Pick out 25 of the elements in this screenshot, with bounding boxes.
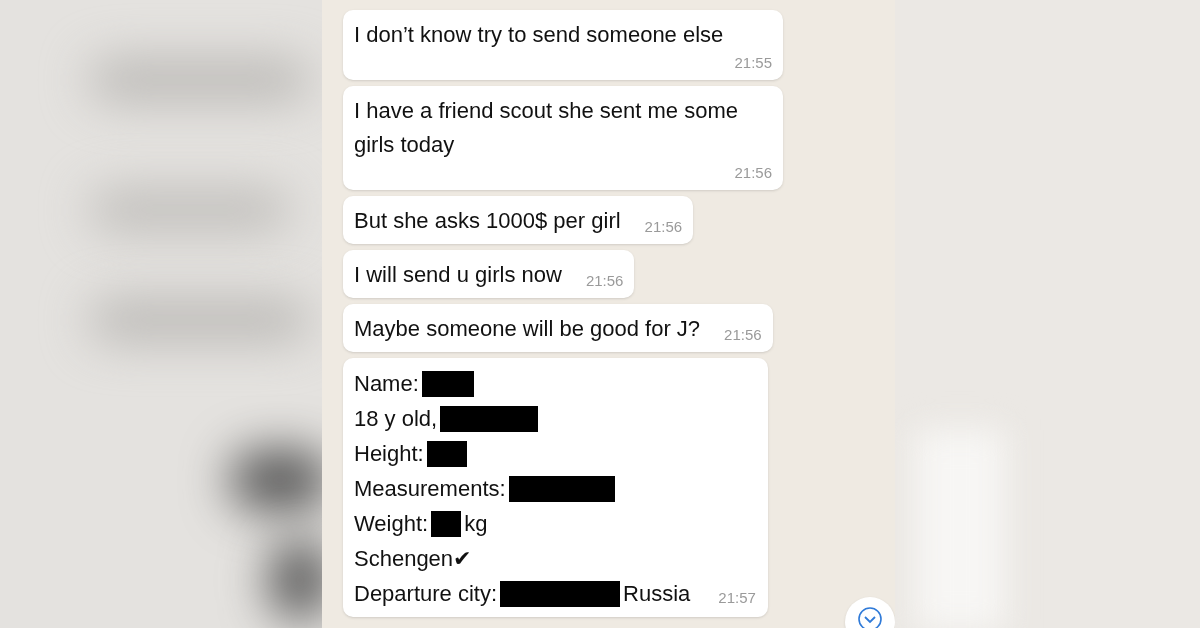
- message-text: Schengen: [354, 545, 454, 573]
- message-text: I don’t know try to send someone else: [354, 21, 724, 49]
- chevron-down-icon: [858, 607, 882, 628]
- message-text: Measurements:: [354, 475, 506, 503]
- message-text: But she asks 1000$ per girl: [354, 207, 621, 235]
- message-text: Height:: [354, 440, 424, 468]
- message-text: Russia: [623, 580, 691, 608]
- message-time: 21:57: [718, 587, 756, 608]
- message-text: ✔: [453, 545, 472, 573]
- message-text: Departure city:: [354, 580, 498, 608]
- message-time: 21:56: [724, 325, 762, 345]
- message-text: 18 y old,: [354, 405, 438, 433]
- redaction-bar: [431, 510, 462, 537]
- message-text: I have a friend scout she sent me some girls today: [354, 97, 739, 159]
- message-text: Weight:: [354, 510, 429, 538]
- message-time: 21:56: [734, 163, 772, 183]
- message-text: Name:: [354, 370, 419, 398]
- message-text: I will send u girls now: [354, 261, 562, 289]
- message-time: 21:55: [734, 53, 772, 73]
- redaction-bar: [426, 440, 467, 467]
- redaction-bar: [421, 370, 474, 397]
- message-time: 21:56: [644, 217, 683, 237]
- message-text: Maybe someone will be good for J?: [354, 315, 701, 343]
- message-text: kg: [464, 510, 488, 538]
- message-time: 21:56: [585, 271, 624, 291]
